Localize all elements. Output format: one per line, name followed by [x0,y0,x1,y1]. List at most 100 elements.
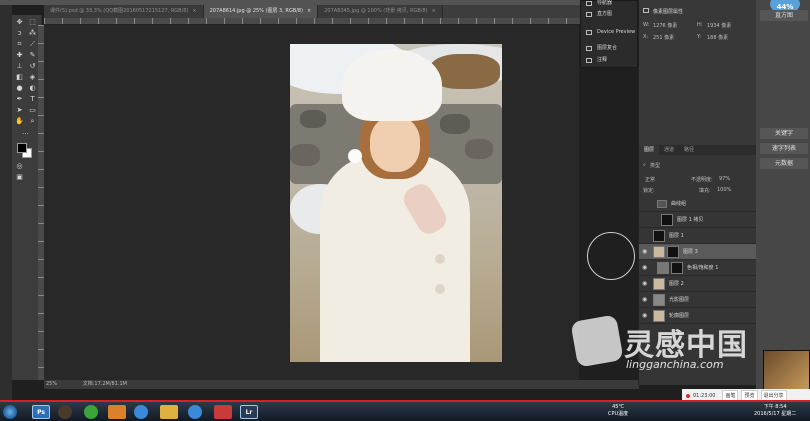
stone [300,110,326,128]
hat-pompom [348,149,362,163]
photoshop-task-icon[interactable]: Ps [32,405,50,419]
doc-tab-label: 207A8345.jpg @ 100% (背景 拷贝, RGB/8) [324,8,428,14]
zoom-tool-icon[interactable]: ⌕ [27,116,38,126]
eye-icon[interactable]: ◉ [642,264,647,271]
quick-mask-icon[interactable]: ◎ [14,161,25,171]
close-icon[interactable]: × [307,8,311,14]
dodge-tool-icon[interactable]: ◐ [27,83,38,93]
doc-tab-3[interactable]: 207A8345.jpg @ 100% (背景 拷贝, RGB/8) × [318,5,443,18]
document-tabs: 课件(5).psd @ 33.3% (QQ截图20160517215127, R… [44,5,580,18]
menu-item-layer-comps[interactable]: 图层复合 [581,43,639,54]
foreground-color-swatch[interactable] [17,143,27,153]
tab-paths[interactable]: 路径 [679,145,699,155]
layer-row[interactable]: ◉ 色相/饱和度 1 [639,260,757,276]
layer-name: 图层 2 [669,281,684,287]
pen-tool-icon[interactable]: ✒ [14,94,25,104]
doc-tab-1[interactable]: 课件(5).psd @ 33.3% (QQ截图20160517215127, R… [44,5,204,18]
coat-button [435,254,445,264]
layer-mask-thumbnail [667,246,679,258]
notes-icon [586,58,592,63]
doc-tab-label: 207A8614.jpg @ 25% (图层 3, RGB/8) [209,8,304,14]
horizontal-ruler [44,18,580,25]
panel-item-metadata[interactable]: 元数据 [760,158,808,169]
layer-row[interactable]: 曲线组 [639,196,757,212]
close-icon[interactable]: × [432,8,436,14]
navigator-icon [586,1,592,6]
menu-item-label: 导航器 [597,0,613,6]
panel-item-keywords[interactable]: 关键字 [760,128,808,139]
panel-item-quick-list[interactable]: 速字列表 [760,143,808,154]
history-brush-icon[interactable]: ↺ [27,61,38,71]
panel-item-histogram[interactable]: 直方图 [760,10,808,21]
height-value[interactable]: 1934 像素 [707,22,731,29]
move-tool-icon[interactable]: ✥ [14,17,25,27]
watermark: 灵感中国 lingganchina.com [570,314,774,380]
browser-icon[interactable] [134,405,148,419]
windows-taskbar: Ps Lr 45℃ CPU温度 下午 8:54 2016/5/17 星期二 [0,400,810,421]
paint-bucket-icon[interactable]: ◈ [27,72,38,82]
eyedropper-icon[interactable]: ⟋ [27,39,38,49]
layer-row[interactable]: ◉ 光影图层 [639,292,757,308]
layer-row[interactable]: 图层 1 [639,228,757,244]
system-clock[interactable]: 下午 8:54 2016/5/17 星期二 [754,404,796,418]
screen-mode-icon[interactable]: ▣ [14,172,25,182]
height-label: H: [697,22,703,28]
app-task-icon[interactable] [214,405,232,419]
white-coat [320,154,470,362]
eye-icon[interactable]: ◉ [642,296,647,303]
menu-item-device-preview[interactable]: Device Preview [581,27,639,38]
blend-mode-select[interactable]: 正常 [645,176,655,183]
more-tools-icon[interactable]: … [20,127,31,137]
clock-date: 2016/5/17 星期二 [754,411,797,417]
tab-channels[interactable]: 通道 [659,145,679,155]
doc-tab-2[interactable]: 207A8614.jpg @ 25% (图层 3, RGB/8) × [203,5,319,18]
layer-name: 图层 3 [683,249,698,255]
path-select-icon[interactable]: ➤ [14,105,25,115]
layer-row[interactable]: ◉ 图层 3 [639,244,757,260]
eye-icon[interactable]: ◉ [642,280,647,287]
layer-thumbnail [653,230,665,242]
layer-name: 光影图层 [669,297,690,303]
eye-icon[interactable]: ◉ [642,248,647,255]
tab-layers[interactable]: 图层 [639,145,660,155]
brand-logo-icon [570,314,624,368]
document-image[interactable] [290,44,502,362]
shape-tool-icon[interactable]: ▭ [27,105,38,115]
hand-tool-icon[interactable]: ✋ [14,116,25,126]
browser-icon[interactable] [188,405,202,419]
lightroom-task-icon[interactable]: Lr [240,405,258,419]
menu-item-histogram[interactable]: 直方图 [581,9,639,20]
properties-title: 像素图层属性 [653,9,684,15]
zoom-level[interactable]: 25% [46,381,57,387]
lasso-tool-icon[interactable]: ↄ [14,28,25,38]
eraser-icon[interactable]: ◧ [14,72,25,82]
menu-item-navigator[interactable]: 导航器 [581,0,639,9]
layer-thumbnail [661,214,673,226]
y-value[interactable]: 188 像素 [707,34,728,41]
wechat-icon[interactable] [84,405,98,419]
start-button[interactable] [3,405,17,419]
media-player-icon[interactable] [58,405,72,419]
folder-icon[interactable] [160,405,178,419]
layer-filter-select[interactable]: 类型 [650,162,660,169]
layer-row[interactable]: 图层 1 拷贝 [639,212,757,228]
width-value[interactable]: 1276 像素 [653,22,677,29]
layer-name: 图层 1 [669,233,684,239]
magic-wand-icon[interactable]: ⁂ [27,28,38,38]
clone-stamp-icon[interactable]: ⊥ [14,61,25,71]
crop-tool-icon[interactable]: ⌗ [14,39,25,49]
layer-row[interactable]: ◉ 图层 2 [639,276,757,292]
app-task-icon[interactable] [108,405,126,419]
fill-value[interactable]: 100% [717,187,731,193]
temperature-label: CPU温度 [608,411,629,417]
menu-item-notes[interactable]: 注释 [581,55,639,66]
record-icon [686,393,690,398]
brush-tool-icon[interactable]: ✎ [27,50,38,60]
close-icon[interactable]: × [192,8,196,14]
marquee-tool-icon[interactable]: ⬚ [27,17,38,27]
opacity-value[interactable]: 97% [719,176,730,182]
blur-tool-icon[interactable]: ● [14,83,25,93]
healing-brush-icon[interactable]: ✚ [14,50,25,60]
x-value[interactable]: 251 像素 [653,34,674,41]
text-tool-icon[interactable]: T [27,94,38,104]
